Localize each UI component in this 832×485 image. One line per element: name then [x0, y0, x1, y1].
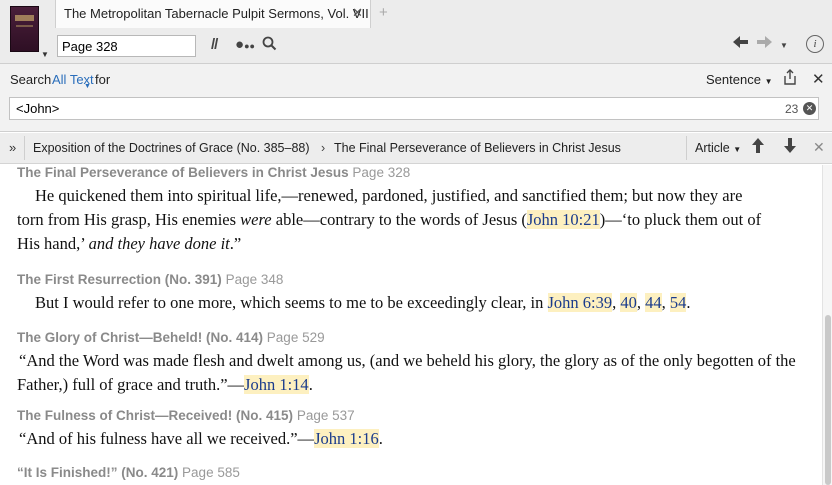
book-cover-icon[interactable]: [10, 6, 39, 52]
result-title-link[interactable]: The Glory of Christ—Beheld! (No. 414): [17, 330, 263, 345]
snippet-text: )—‘to pluck them out of: [599, 210, 762, 229]
search-panel: Search All Text ▼ for Sentence ▼ ✕ 23 ✕: [0, 64, 832, 132]
snippet-text: were: [240, 210, 272, 229]
snippet-line: He quickened them into spiritual life,—r…: [17, 184, 807, 208]
add-tab-icon[interactable]: +: [379, 4, 388, 21]
result-header: The Glory of Christ—Beheld! (No. 414) Pa…: [17, 330, 807, 345]
snippet-text: “And the Word was made flesh and dwelt a…: [19, 351, 796, 370]
search-for-label: for: [95, 72, 111, 87]
snippet-text: His hand,’: [17, 234, 89, 253]
scripture-reference-link[interactable]: John 10:21: [526, 210, 600, 229]
list-item: “It Is Finished!” (No. 421) Page 585: [17, 465, 807, 480]
forward-arrow-icon[interactable]: [756, 35, 772, 54]
result-snippet: “And of his fulness have all we received…: [17, 427, 807, 451]
result-snippet: “And the Word was made flesh and dwelt a…: [17, 349, 807, 397]
snippet-line: torn from His grasp, His enemies were ab…: [17, 208, 807, 232]
page-reference-input[interactable]: [57, 35, 196, 57]
list-item: The Glory of Christ—Beheld! (No. 414) Pa…: [17, 330, 807, 397]
share-icon[interactable]: [782, 69, 798, 90]
result-header: “It Is Finished!” (No. 421) Page 585: [17, 465, 807, 480]
back-arrow-icon[interactable]: [733, 35, 749, 54]
history-chevron-down-icon[interactable]: ▼: [780, 41, 788, 50]
snippet-text: ,: [636, 293, 646, 312]
previous-result-icon[interactable]: [752, 138, 764, 157]
view-mode-label: Article: [695, 141, 730, 155]
scripture-reference-link[interactable]: John 1:16: [314, 429, 379, 448]
search-icon[interactable]: [262, 36, 277, 55]
chevron-down-icon[interactable]: ▼: [84, 83, 91, 90]
result-title-link[interactable]: The First Resurrection (No. 391): [17, 272, 222, 287]
snippet-line: Father,) full of grace and truth.”—John …: [17, 373, 807, 397]
scripture-reference-link[interactable]: 54: [669, 293, 687, 312]
result-header: The First Resurrection (No. 391) Page 34…: [17, 272, 807, 287]
visual-filter-icon[interactable]: ●●●: [235, 36, 255, 53]
resource-tab-title[interactable]: The Metropolitan Tabernacle Pulpit Sermo…: [55, 0, 371, 28]
divider: [24, 136, 25, 160]
close-breadcrumb-icon[interactable]: ✕: [813, 139, 825, 156]
top-toolbar: ▼ The Metropolitan Tabernacle Pulpit Ser…: [0, 0, 832, 64]
next-result-icon[interactable]: [784, 138, 796, 157]
snippet-text: Father,) full of grace and truth.”—: [17, 375, 245, 394]
cover-title-plate: [15, 15, 34, 21]
list-item: The Fulness of Christ—Received! (No. 415…: [17, 408, 807, 451]
snippet-text: able—contrary to the words of Jesus (: [271, 210, 527, 229]
search-query-input[interactable]: [9, 97, 819, 120]
parallel-resources-icon[interactable]: //: [211, 36, 218, 53]
scripture-reference-link[interactable]: 40: [620, 293, 637, 312]
breadcrumb-item-parent[interactable]: Exposition of the Doctrines of Grace (No…: [33, 141, 310, 155]
result-page: Page 537: [296, 408, 355, 423]
info-icon[interactable]: i: [806, 35, 824, 53]
result-page: Page 529: [266, 330, 325, 345]
list-item: The Final Perseverance of Believers in C…: [17, 165, 807, 256]
snippet-line: “And the Word was made flesh and dwelt a…: [17, 349, 807, 373]
chevron-down-icon: ▼: [764, 77, 773, 86]
result-header: The Fulness of Christ—Received! (No. 415…: [17, 408, 807, 423]
results-scrollbar[interactable]: [822, 165, 832, 485]
result-page: Page 328: [352, 165, 411, 180]
snippet-text: .”: [229, 234, 242, 253]
result-title-link[interactable]: The Final Perseverance of Believers in C…: [17, 165, 349, 180]
close-panel-icon[interactable]: ✕: [812, 70, 825, 88]
snippet-text: “And of his fulness have all we received…: [19, 429, 315, 448]
match-mode-dropdown[interactable]: Sentence ▼: [706, 72, 772, 87]
snippet-text: .: [308, 375, 313, 394]
snippet-text: torn from His grasp, His enemies: [17, 210, 241, 229]
chevron-down-icon[interactable]: ▼: [41, 50, 49, 59]
scripture-reference-link[interactable]: John 1:14: [244, 375, 309, 394]
scripture-reference-link[interactable]: 44: [645, 293, 662, 312]
result-page: Page 585: [182, 465, 240, 480]
result-header: The Final Perseverance of Believers in C…: [17, 165, 807, 180]
view-mode-dropdown[interactable]: Article ▼: [695, 141, 741, 155]
snippet-text: But I would refer to one more, which see…: [35, 293, 548, 312]
close-tab-icon[interactable]: ✕: [352, 5, 363, 21]
snippet-text: and they have done it: [88, 234, 230, 253]
match-mode-label: Sentence: [706, 72, 761, 87]
divider: [686, 136, 687, 160]
clear-search-icon[interactable]: ✕: [803, 102, 816, 115]
snippet-text: ,: [661, 293, 670, 312]
scripture-reference-link[interactable]: John 6:39: [547, 293, 613, 312]
scrollbar-thumb[interactable]: [825, 315, 831, 485]
result-page: Page 348: [225, 272, 284, 287]
chevron-down-icon: ▼: [733, 145, 742, 154]
snippet-text: He quickened them into spiritual life,—r…: [35, 186, 743, 205]
result-title-link[interactable]: “It Is Finished!” (No. 421): [17, 465, 178, 480]
search-results-list: The Final Perseverance of Believers in C…: [0, 165, 822, 485]
snippet-line: His hand,’ and they have done it.”: [17, 232, 807, 256]
snippet-line: But I would refer to one more, which see…: [17, 291, 807, 315]
search-label: Search: [10, 72, 52, 87]
snippet-line: “And of his fulness have all we received…: [17, 427, 807, 451]
snippet-text: .: [686, 293, 691, 312]
snippet-text: .: [378, 429, 383, 448]
cover-ornament: [16, 25, 33, 27]
result-count: 23: [785, 102, 799, 116]
result-snippet: But I would refer to one more, which see…: [17, 291, 807, 315]
breadcrumb-item-current[interactable]: The Final Perseverance of Believers in C…: [334, 141, 621, 155]
result-snippet: He quickened them into spiritual life,—r…: [17, 184, 807, 256]
result-title-link[interactable]: The Fulness of Christ—Received! (No. 415…: [17, 408, 293, 423]
expand-toc-icon[interactable]: »: [9, 140, 16, 155]
list-item: The First Resurrection (No. 391) Page 34…: [17, 272, 807, 315]
breadcrumb: » Exposition of the Doctrines of Grace (…: [0, 133, 832, 164]
breadcrumb-separator: ›: [321, 141, 326, 155]
